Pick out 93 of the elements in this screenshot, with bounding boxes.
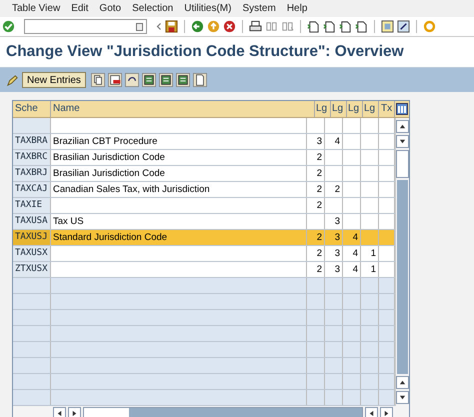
back-icon[interactable]	[191, 20, 204, 33]
table-cell: Standard Jurisdiction Code	[53, 232, 168, 243]
table-cell: 3	[334, 216, 340, 227]
table-cell: 4	[334, 136, 340, 147]
menu-item[interactable]: Table View	[12, 3, 60, 14]
column-header[interactable]: Lg	[363, 101, 379, 117]
table-cell: 4	[352, 232, 358, 243]
table-cell: 3	[334, 232, 340, 243]
page-icon[interactable]	[307, 20, 320, 33]
scroll-thumb[interactable]	[396, 150, 409, 178]
select-icon[interactable]	[142, 73, 156, 87]
menu-item[interactable]: Goto	[99, 3, 122, 14]
menu-item[interactable]: Utilities(M)	[184, 3, 232, 14]
table-row[interactable]: TAXUSJ Standard Jurisdiction Code 2 3 4	[13, 230, 395, 246]
row-key-cell: TAXBRJ	[13, 166, 51, 181]
screen-title: Change View "Jurisdiction Code Structure": Overview	[6, 43, 404, 60]
window-icon[interactable]	[381, 20, 394, 33]
document-icon[interactable]	[192, 73, 207, 87]
scroll-thumb[interactable]	[84, 408, 129, 417]
table-row[interactable]: TAXBRA Brazilian CBT Procedure 3 4	[13, 134, 395, 150]
table-cell: 1	[370, 264, 376, 275]
dropdown-icon[interactable]	[136, 22, 143, 30]
horizontal-scrollbar[interactable]	[83, 406, 363, 417]
copy-icon[interactable]	[90, 73, 105, 87]
menu-item[interactable]: Selection	[132, 3, 174, 14]
scroll-down-icon[interactable]	[396, 135, 409, 148]
row-key-cell: TAXBRC	[13, 150, 51, 165]
table-row[interactable]: ZTXUSX 2 3 4 1	[13, 262, 395, 278]
table-cell: 1	[370, 248, 376, 259]
row-key-cell: TAXUSA	[13, 214, 51, 229]
table-cell: 2	[316, 200, 322, 211]
row-key-cell: TAXBRA	[13, 134, 51, 149]
new-entries-button[interactable]: New Entries	[22, 72, 86, 88]
table-cell: 2	[316, 248, 322, 259]
table-cell: Tax US	[53, 216, 84, 227]
table-cell: Canadian Sales Tax, with Jurisdiction	[53, 184, 210, 195]
table-cell: 2	[316, 168, 322, 179]
table-cell: 2	[316, 184, 322, 195]
check-icon[interactable]	[2, 20, 15, 33]
row-key-cell: TAXUSX	[13, 246, 51, 261]
menu-item[interactable]: System	[242, 3, 276, 14]
menu-item[interactable]: Edit	[71, 3, 88, 14]
column-header[interactable]: Lg	[347, 101, 363, 117]
select-icon[interactable]	[176, 73, 190, 87]
table-cell: Brasilian Jurisdiction Code	[53, 152, 165, 163]
column-header[interactable]: Name	[51, 101, 315, 117]
cancel-icon[interactable]	[223, 20, 236, 33]
table-cell: Brasilian Jurisdiction Code	[53, 168, 165, 179]
column-header[interactable]: Tx	[379, 101, 395, 117]
table-cell: 4	[352, 248, 358, 259]
table-row[interactable]: TAXUSX 2 3 4 1	[13, 246, 395, 262]
table-cell: Brazilian CBT Procedure	[53, 136, 158, 147]
page-icon[interactable]	[323, 20, 336, 33]
table-cell: 2	[316, 232, 322, 243]
save-icon[interactable]	[165, 20, 178, 33]
column-header[interactable]: Lg	[331, 101, 347, 117]
menu-item[interactable]: Help	[286, 3, 308, 14]
scroll-right-icon[interactable]	[68, 406, 81, 417]
scroll-right-icon[interactable]	[380, 406, 393, 417]
table-cell: 2	[316, 264, 322, 275]
command-field[interactable]	[24, 19, 147, 34]
table-row[interactable]: TAXIE 2	[13, 198, 395, 214]
pencil-icon[interactable]	[6, 74, 19, 86]
scroll-up-icon[interactable]	[396, 376, 409, 389]
page-icon[interactable]	[355, 20, 368, 33]
table-row[interactable]: TAXUSA Tax US 3	[13, 214, 395, 230]
scroll-left-icon[interactable]	[365, 406, 378, 417]
scroll-down-icon[interactable]	[396, 391, 409, 404]
delete-icon[interactable]	[108, 73, 122, 87]
table-cell: 3	[316, 136, 322, 147]
table-cell: 4	[352, 264, 358, 275]
row-key-cell: ZTXUSX	[13, 262, 51, 277]
table-row[interactable]: TAXCAJ Canadian Sales Tax, with Jurisdiction 2 2	[13, 182, 395, 198]
table-cell: 2	[334, 184, 340, 195]
table-row[interactable]: TAXBRC Brasilian Jurisdiction Code 2	[13, 150, 395, 166]
table-cell: 3	[334, 248, 340, 259]
row-key-cell	[13, 118, 51, 133]
column-header[interactable]: Sche	[13, 101, 51, 117]
layout-icon[interactable]	[397, 20, 410, 33]
table-cell: 3	[334, 264, 340, 275]
page-icon[interactable]	[339, 20, 352, 33]
row-key-cell: TAXCAJ	[13, 182, 51, 197]
column-settings-icon[interactable]	[396, 103, 408, 115]
column-header[interactable]: Lg	[315, 101, 331, 117]
scroll-left-icon[interactable]	[53, 406, 66, 417]
vertical-scrollbar[interactable]	[395, 118, 409, 406]
table-row[interactable]: TAXBRJ Brasilian Jurisdiction Code 2	[13, 166, 395, 182]
select-icon[interactable]	[158, 73, 173, 87]
table-cell: 2	[316, 152, 322, 163]
row-key-cell: TAXIE	[13, 198, 51, 213]
scroll-up-icon[interactable]	[396, 120, 409, 133]
row-key-cell: TAXUSJ	[13, 230, 51, 245]
print-icon[interactable]	[249, 20, 262, 33]
